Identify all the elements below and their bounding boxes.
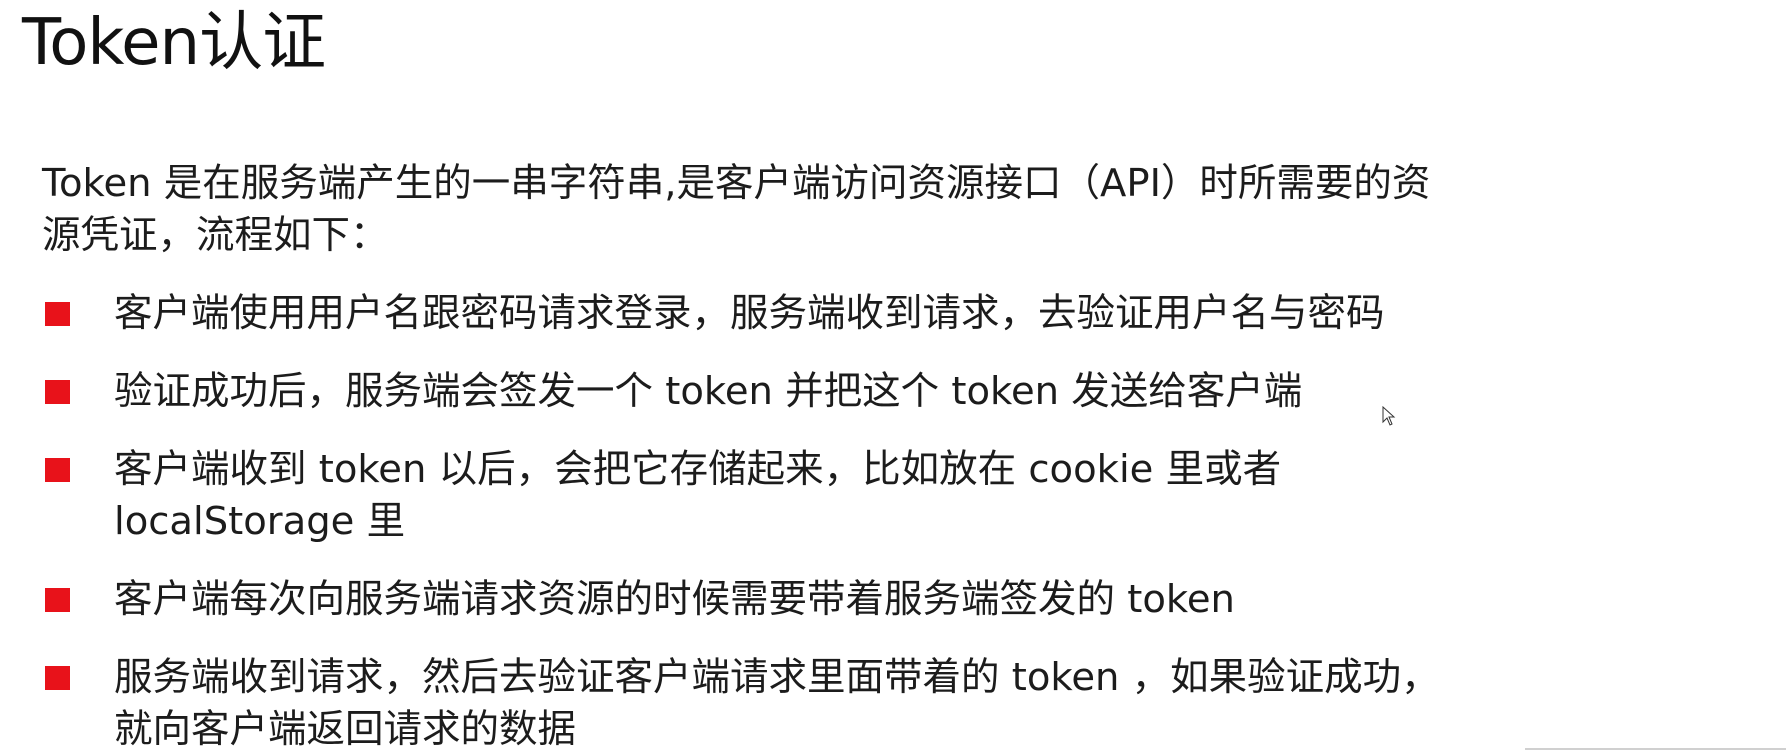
intro-paragraph: Token 是在服务端产生的一串字符串,是客户端访问资源接口（API）时所需要的…	[42, 158, 1602, 262]
bullet-text: 服务端收到请求，然后去验证客户端请求里面带着的 token ，如果验证成功， 就…	[114, 652, 1674, 751]
square-bullet-icon	[45, 458, 70, 482]
bullet-line: localStorage 里	[114, 499, 406, 544]
divider	[1525, 748, 1786, 750]
bullet-line: 客户端每次向服务端请求资源的时候需要带着服务端签发的 token	[114, 577, 1235, 622]
intro-line: 源凭证，流程如下：	[42, 213, 389, 258]
bullet-text: 客户端每次向服务端请求资源的时候需要带着服务端签发的 token	[114, 574, 1674, 626]
bullet-text: 客户端收到 token 以后，会把它存储起来，比如放在 cookie 里或者 l…	[114, 444, 1674, 548]
square-bullet-icon	[45, 666, 70, 690]
bullet-line: 验证成功后，服务端会签发一个 token 并把这个 token 发送给客户端	[114, 369, 1303, 414]
mouse-pointer-icon	[1382, 406, 1396, 426]
bullet-line: 服务端收到请求，然后去验证客户端请求里面带着的 token ，如果验证成功，	[114, 655, 1440, 700]
bullet-line: 客户端收到 token 以后，会把它存储起来，比如放在 cookie 里或者	[114, 447, 1282, 492]
square-bullet-icon	[45, 380, 70, 404]
bullet-line: 客户端使用用户名跟密码请求登录，服务端收到请求，去验证用户名与密码	[114, 291, 1385, 336]
slide-title: Token认证	[22, 6, 326, 80]
slide: Token认证 Token 是在服务端产生的一串字符串,是客户端访问资源接口（A…	[0, 0, 1786, 751]
bullet-text: 验证成功后，服务端会签发一个 token 并把这个 token 发送给客户端	[114, 366, 1674, 418]
square-bullet-icon	[45, 302, 70, 326]
square-bullet-icon	[45, 588, 70, 612]
bullet-text: 客户端使用用户名跟密码请求登录，服务端收到请求，去验证用户名与密码	[114, 288, 1674, 340]
bullet-line: 就向客户端返回请求的数据	[114, 707, 577, 751]
intro-line: Token 是在服务端产生的一串字符串,是客户端访问资源接口（API）时所需要的…	[42, 161, 1431, 206]
